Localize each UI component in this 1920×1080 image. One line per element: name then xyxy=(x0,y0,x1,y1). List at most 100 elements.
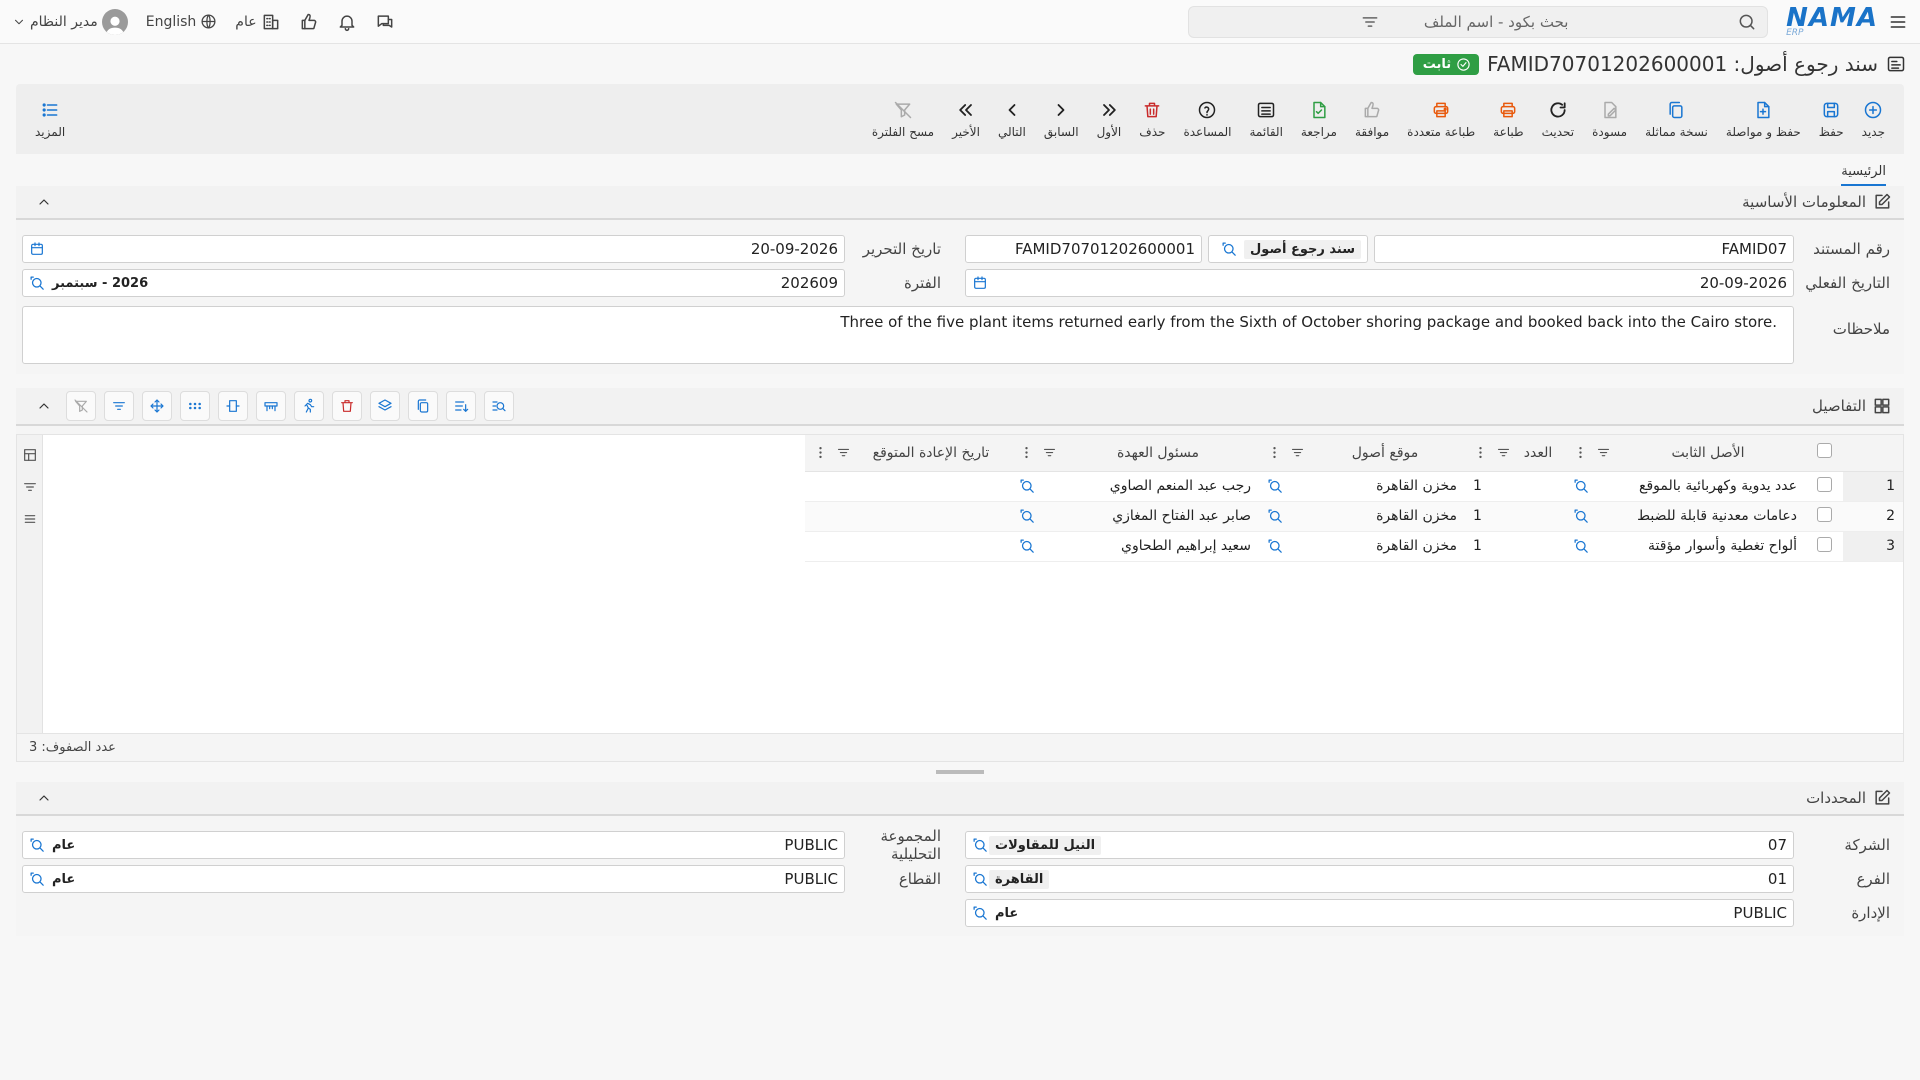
basic-info-header[interactable]: المعلومات الأساسية xyxy=(16,186,1904,220)
next-button[interactable]: التالي xyxy=(989,89,1035,149)
asset-column-header[interactable]: الأصل الثابت xyxy=(1565,435,1805,472)
doc-type-field[interactable]: سند رجوع أصول xyxy=(1208,235,1368,263)
asset-cell[interactable]: عدد يدوية وكهربائية بالموقع xyxy=(1565,471,1805,502)
return-date-cell[interactable] xyxy=(805,501,1011,532)
public-context[interactable]: عام xyxy=(235,12,280,32)
layers-button[interactable] xyxy=(370,391,400,421)
actual-date-field[interactable]: 20-09-2026 xyxy=(965,269,1794,297)
dimensions-header[interactable]: المحددات xyxy=(16,782,1904,816)
calendar-icon[interactable] xyxy=(972,275,988,291)
search-lookup-icon[interactable] xyxy=(972,871,989,888)
table-row[interactable]: 2 دعامات معدنية قابلة للضبط 1 مخزن القاه… xyxy=(805,501,1903,532)
filter-button[interactable] xyxy=(104,391,134,421)
tab-main[interactable]: الرئيسية xyxy=(1841,164,1886,186)
search-lookup-icon[interactable] xyxy=(1573,538,1590,555)
thumbs-up-icon[interactable] xyxy=(299,12,319,32)
search-lookup-icon[interactable] xyxy=(29,275,46,292)
column-width-button[interactable] xyxy=(218,391,248,421)
chevron-up-icon[interactable] xyxy=(36,790,52,806)
analytic-field[interactable]: PUBLIC عام xyxy=(22,831,845,859)
bell-icon[interactable] xyxy=(337,12,357,32)
app-logo[interactable]: NAMA ERP xyxy=(1786,5,1878,38)
duplicate-button[interactable]: نسخة مماثلة xyxy=(1636,89,1717,149)
column-menu-icon[interactable] xyxy=(1267,445,1282,460)
search-filter-icon[interactable] xyxy=(1199,12,1380,32)
qty-cell[interactable]: 1 xyxy=(1465,471,1565,502)
draft-button[interactable]: مسودة xyxy=(1583,89,1636,149)
period-field[interactable]: 202609 2026 - سبتمبر xyxy=(22,269,845,297)
column-filter-icon[interactable] xyxy=(1290,445,1305,460)
column-menu-icon[interactable] xyxy=(1473,445,1488,460)
table-settings-button[interactable] xyxy=(256,391,286,421)
menu-lines-icon[interactable] xyxy=(22,511,38,527)
doc-number-full-field[interactable]: FAMID70701202600001 xyxy=(965,235,1203,263)
sort-lines-button[interactable] xyxy=(446,391,476,421)
approve-button[interactable]: موافقة xyxy=(1346,89,1398,149)
dots-grid-button[interactable] xyxy=(180,391,210,421)
column-menu-icon[interactable] xyxy=(813,445,828,460)
asset-cell[interactable]: ألواح تغطية وأسوار مؤقتة xyxy=(1565,531,1805,562)
running-person-button[interactable] xyxy=(294,391,324,421)
sector-field[interactable]: PUBLIC عام xyxy=(22,865,845,893)
search-lookup-icon[interactable] xyxy=(1267,478,1284,495)
custodian-cell[interactable]: رجب عبد المنعم الصاوي xyxy=(1011,471,1259,502)
search-lookup-icon[interactable] xyxy=(972,837,989,854)
review-button[interactable]: مراجعة xyxy=(1292,89,1346,149)
hamburger-menu-icon[interactable] xyxy=(1888,12,1908,32)
find-in-grid-button[interactable] xyxy=(484,391,514,421)
notes-textarea[interactable]: Three of the five plant items returned e… xyxy=(22,306,1794,364)
search-lookup-icon[interactable] xyxy=(1573,508,1590,525)
custodian-cell[interactable]: صابر عبد الفتاح المغازي xyxy=(1011,501,1259,532)
search-lookup-icon[interactable] xyxy=(29,871,46,888)
column-filter-icon[interactable] xyxy=(1496,445,1511,460)
details-header[interactable]: التفاصيل xyxy=(16,388,1904,426)
more-button[interactable]: المزيد xyxy=(26,89,74,149)
location-cell[interactable]: مخزن القاهرة xyxy=(1259,531,1465,562)
column-filter-icon[interactable] xyxy=(1042,445,1057,460)
chevron-up-icon[interactable] xyxy=(36,398,52,414)
qty-cell[interactable]: 1 xyxy=(1465,531,1565,562)
return-date-column-header[interactable]: تاريخ الإعادة المتوقع xyxy=(805,435,1011,472)
filter-lines-icon[interactable] xyxy=(22,479,38,495)
chat-icon[interactable] xyxy=(375,12,395,32)
move-button[interactable] xyxy=(142,391,172,421)
row-checkbox[interactable] xyxy=(1816,536,1832,552)
qty-column-header[interactable]: العدد xyxy=(1465,435,1565,472)
table-row[interactable]: 1 عدد يدوية وكهربائية بالموقع 1 مخزن الق… xyxy=(805,471,1903,502)
location-cell[interactable]: مخزن القاهرة xyxy=(1259,471,1465,502)
chevron-up-icon[interactable] xyxy=(36,194,52,210)
search-lookup-icon[interactable] xyxy=(29,837,46,854)
delete-rows-button[interactable] xyxy=(332,391,362,421)
last-button[interactable]: الأخير xyxy=(943,89,989,149)
custodian-cell[interactable]: سعيد إبراهيم الطحاوي xyxy=(1011,531,1259,562)
save-button[interactable]: حفظ xyxy=(1810,89,1853,149)
department-field[interactable]: PUBLIC عام xyxy=(965,899,1794,927)
column-menu-icon[interactable] xyxy=(1573,445,1588,460)
print-button[interactable]: طباعة xyxy=(1484,89,1532,149)
search-lookup-icon[interactable] xyxy=(1019,508,1036,525)
asset-cell[interactable]: دعامات معدنية قابلة للضبط xyxy=(1565,501,1805,532)
company-field[interactable]: 07 النيل للمقاولات xyxy=(965,831,1794,859)
table-row[interactable]: 3 ألواح تغطية وأسوار مؤقتة 1 مخزن القاهر… xyxy=(805,531,1903,562)
table-columns-icon[interactable] xyxy=(22,447,38,463)
user-menu[interactable]: مدير النظام xyxy=(12,8,128,35)
edit-date-field[interactable]: 20-09-2026 xyxy=(22,235,845,263)
new-button[interactable]: جديد xyxy=(1853,89,1894,149)
search-lookup-icon[interactable] xyxy=(1019,478,1036,495)
doc-number-field[interactable]: FAMID07 xyxy=(1374,235,1794,263)
language-switch[interactable]: English xyxy=(146,13,218,30)
branch-field[interactable]: 01 القاهرة xyxy=(965,865,1794,893)
row-checkbox[interactable] xyxy=(1816,506,1832,522)
previous-button[interactable]: السابق xyxy=(1035,89,1088,149)
list-button[interactable]: القائمة xyxy=(1240,89,1291,149)
search-lookup-icon[interactable] xyxy=(1221,241,1238,258)
location-cell[interactable]: مخزن القاهرة xyxy=(1259,501,1465,532)
row-checkbox[interactable] xyxy=(1816,476,1832,492)
first-button[interactable]: الأول xyxy=(1088,89,1131,149)
search-lookup-icon[interactable] xyxy=(1573,478,1590,495)
select-all-checkbox[interactable] xyxy=(1816,443,1832,459)
search-lookup-icon[interactable] xyxy=(1267,508,1284,525)
return-date-cell[interactable] xyxy=(805,531,1011,562)
clear-grid-filter-button[interactable] xyxy=(66,391,96,421)
help-button[interactable]: المساعدة xyxy=(1174,89,1240,149)
